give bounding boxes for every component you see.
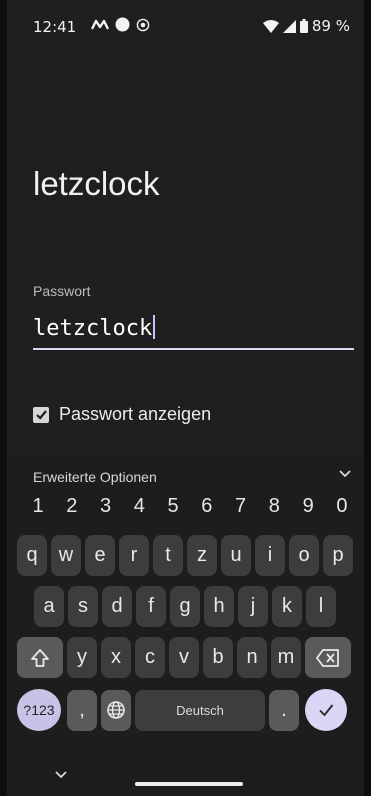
letter-key[interactable]: q bbox=[17, 535, 47, 576]
number-hint: 7 bbox=[235, 495, 247, 517]
password-text: letzclock bbox=[33, 316, 153, 341]
checkmark-icon bbox=[319, 704, 334, 717]
show-password-label: Passwort anzeigen bbox=[59, 404, 212, 424]
status-time: 12:41 bbox=[33, 18, 77, 36]
number-hint: 9 bbox=[302, 495, 314, 517]
battery-icon bbox=[299, 19, 308, 33]
key-row-3: yxcvbnm bbox=[17, 637, 351, 678]
letter-key[interactable]: y bbox=[67, 637, 97, 678]
letter-key[interactable]: k bbox=[272, 586, 302, 627]
number-hint: 5 bbox=[167, 495, 179, 517]
shift-key[interactable] bbox=[17, 637, 63, 678]
network-name: letzclock bbox=[33, 165, 160, 202]
password-input-value: letzclock bbox=[33, 315, 156, 341]
password-input[interactable]: letzclock bbox=[33, 312, 354, 350]
space-key[interactable]: Deutsch bbox=[135, 689, 265, 731]
letter-key[interactable]: l bbox=[306, 586, 336, 627]
notification-icons bbox=[91, 17, 150, 32]
letter-key[interactable]: o bbox=[289, 535, 319, 576]
letter-key[interactable]: s bbox=[68, 586, 98, 627]
number-hint: 8 bbox=[268, 495, 280, 517]
text-cursor bbox=[153, 315, 156, 339]
language-key[interactable] bbox=[101, 689, 131, 731]
key-row-4: ?123 , Deutsch . bbox=[17, 689, 347, 731]
letter-key[interactable]: u bbox=[221, 535, 251, 576]
system-icons: 89 % bbox=[262, 17, 350, 35]
letter-key[interactable]: w bbox=[51, 535, 81, 576]
signal-icon bbox=[282, 19, 296, 33]
symbols-key[interactable]: ?123 bbox=[17, 689, 61, 731]
chevron-down-icon[interactable] bbox=[338, 469, 352, 479]
letter-key[interactable]: p bbox=[323, 535, 353, 576]
letter-key[interactable]: x bbox=[101, 637, 131, 678]
number-hint: 4 bbox=[133, 495, 145, 517]
letter-key[interactable]: d bbox=[102, 586, 132, 627]
letter-key[interactable]: r bbox=[119, 535, 149, 576]
number-hint: 3 bbox=[99, 495, 112, 517]
wifi-icon bbox=[262, 19, 279, 33]
key-row-1: qwertzuiop bbox=[17, 535, 357, 576]
letter-key[interactable]: i bbox=[255, 535, 285, 576]
record-icon bbox=[136, 18, 150, 31]
letter-key[interactable]: h bbox=[204, 586, 234, 627]
letter-key[interactable]: z bbox=[187, 535, 217, 576]
checkmark-icon bbox=[35, 410, 47, 420]
done-key[interactable] bbox=[305, 689, 347, 731]
letter-keys-row-3: yxcvbnm bbox=[67, 637, 305, 678]
shift-icon bbox=[31, 648, 49, 667]
period-key[interactable]: . bbox=[269, 689, 299, 731]
home-indicator[interactable] bbox=[135, 782, 243, 786]
m-logo-icon bbox=[91, 19, 109, 30]
backspace-key[interactable] bbox=[305, 637, 351, 678]
letter-key[interactable]: c bbox=[135, 637, 165, 678]
letter-key[interactable]: t bbox=[153, 535, 183, 576]
show-password-checkbox[interactable] bbox=[33, 406, 49, 423]
number-row: 1234567890 bbox=[25, 495, 355, 518]
number-hint: 6 bbox=[201, 495, 213, 517]
number-hint: 0 bbox=[336, 495, 348, 517]
comma-key[interactable]: , bbox=[67, 689, 97, 731]
letter-key[interactable]: v bbox=[169, 637, 199, 678]
show-password-toggle[interactable]: Passwort anzeigen bbox=[33, 404, 211, 425]
letter-key[interactable]: j bbox=[238, 586, 268, 627]
letter-key[interactable]: e bbox=[85, 535, 115, 576]
globe-icon bbox=[107, 701, 125, 719]
letter-key[interactable]: g bbox=[170, 586, 200, 627]
battery-percent: 89 % bbox=[311, 17, 350, 35]
key-row-2: asdfghjkl bbox=[34, 586, 340, 627]
letter-key[interactable]: a bbox=[34, 586, 64, 627]
backspace-icon bbox=[316, 648, 339, 667]
number-hint: 1 bbox=[32, 495, 44, 517]
status-bar: 12:41 89 % bbox=[7, 0, 364, 44]
keyboard: Erweiterte Optionen 1234567890 qwertzuio… bbox=[7, 455, 364, 796]
keyboard-hide-chevron-icon[interactable] bbox=[54, 770, 68, 780]
password-label: Passwort bbox=[33, 283, 91, 299]
letter-key[interactable]: f bbox=[136, 586, 166, 627]
number-hint: 2 bbox=[66, 495, 78, 517]
letter-key[interactable]: b bbox=[203, 637, 233, 678]
letter-key[interactable]: n bbox=[237, 637, 267, 678]
advanced-options[interactable]: Erweiterte Optionen bbox=[33, 469, 157, 485]
phone-screen: 12:41 89 % letzclock Passwort letzclock … bbox=[7, 0, 364, 796]
letter-key[interactable]: m bbox=[271, 637, 301, 678]
filled-circle-icon bbox=[115, 17, 130, 32]
